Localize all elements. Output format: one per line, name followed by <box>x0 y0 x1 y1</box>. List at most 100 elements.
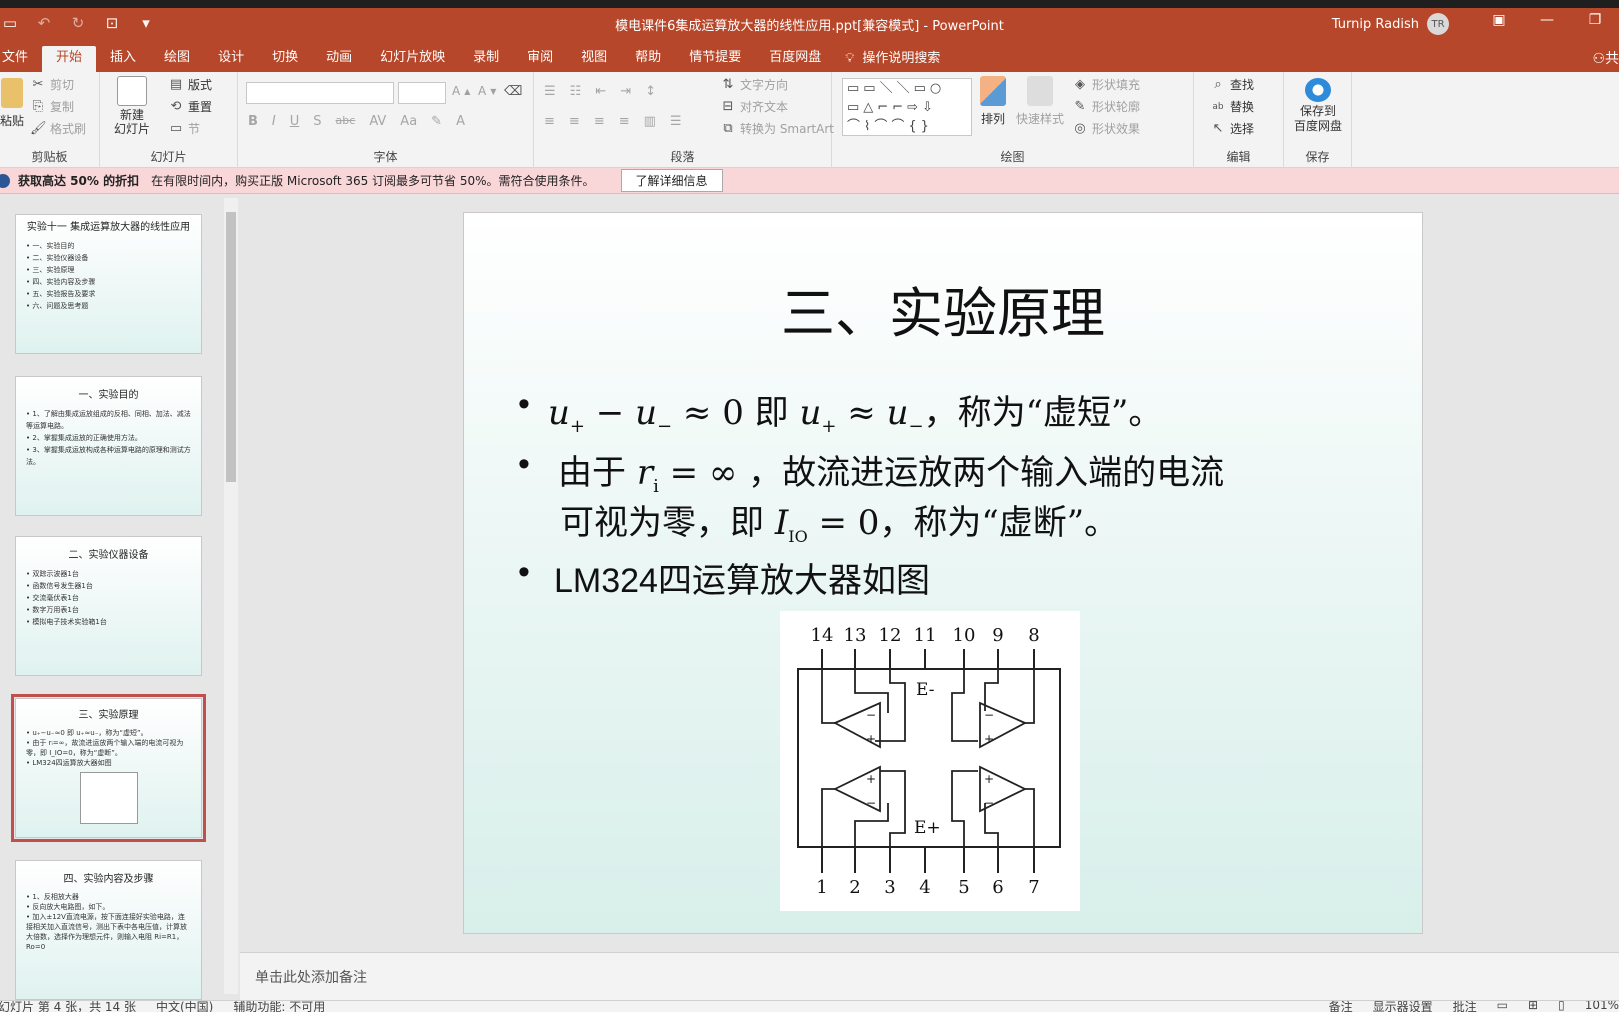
slide-thumbnail-2[interactable]: 一、实验目的 1、了解由集成运放组成的反相、同相、加法、减法等运算电路。 2、掌… <box>15 376 202 516</box>
save-to-baidu-button[interactable]: 保存到 百度网盘 <box>1294 78 1342 134</box>
notes-toggle[interactable]: 备注 <box>1329 1001 1353 1012</box>
format-painter-button[interactable]: 🖌︎ 格式刷 <box>30 120 86 137</box>
line-spacing-icon[interactable]: ↕ <box>645 84 656 99</box>
shape-effects-label: 形状效果 <box>1092 122 1141 136</box>
normal-view-icon[interactable]: ▭ <box>1497 1001 1508 1012</box>
accessibility-status[interactable]: 辅助功能: 不可用 <box>233 1001 325 1012</box>
paste-button[interactable]: 粘贴 <box>0 78 24 129</box>
tell-me-search[interactable]: 💡︎ 操作说明搜索 <box>835 46 950 72</box>
align-right-icon[interactable]: ≡ <box>594 114 605 129</box>
thumbnails-scrollbar[interactable] <box>224 198 238 994</box>
clear-format-button[interactable]: ⌫ <box>504 84 522 100</box>
strikethrough-button[interactable]: abc <box>336 114 356 129</box>
bullet-virtual-short[interactable]: u+ − u− ≈ 0 即 u+ ≈ u−，称为“虚短”。 <box>518 385 1162 437</box>
zoom-level[interactable]: 101% <box>1585 1001 1619 1012</box>
sorter-view-icon[interactable]: ⊞ <box>1528 1001 1538 1012</box>
slide-canvas[interactable]: 三、实验原理 u+ − u− ≈ 0 即 u+ ≈ u−，称为“虚短”。 由于 … <box>463 212 1423 934</box>
tab-review[interactable]: 审阅 <box>513 46 567 72</box>
arrange-button[interactable]: 排列 <box>980 76 1006 127</box>
font-color-button[interactable]: A <box>456 114 465 129</box>
reset-button[interactable]: ⟲ 重置 <box>168 98 212 115</box>
align-text-button[interactable]: ⊟ 对齐文本 <box>720 98 788 115</box>
shrink-font-button[interactable]: A ▼ <box>478 84 496 98</box>
change-case-button[interactable]: Aa <box>400 114 417 129</box>
tab-record[interactable]: 录制 <box>459 46 513 72</box>
replace-label: 替换 <box>1230 100 1255 114</box>
math-sub: IO <box>788 526 808 546</box>
comments-toggle[interactable]: 批注 <box>1453 1001 1477 1012</box>
italic-button[interactable]: I <box>272 114 276 129</box>
font-size-combo[interactable] <box>398 82 446 104</box>
tab-design[interactable]: 设计 <box>204 46 258 72</box>
char-spacing-button[interactable]: AV <box>369 114 386 129</box>
highlight-icon[interactable]: ✎ <box>431 114 442 129</box>
shadow-button[interactable]: S <box>313 114 321 129</box>
align-left-icon[interactable]: ≡ <box>544 114 555 129</box>
learn-more-button[interactable]: 了解详细信息 <box>620 169 723 192</box>
decrease-indent-icon[interactable]: ⇤ <box>595 84 606 99</box>
shapes-gallery[interactable]: ▭▭＼＼▭○ ▭△⌐⌐⇨⇩ ⌒⌇⌒⌒{} <box>842 78 972 136</box>
cut-button[interactable]: ✂ 剪切 <box>30 76 74 93</box>
bullet-continuation[interactable]: 可视为零，即 IIO = 0，称为“虚断”。 <box>560 495 1118 546</box>
tab-view[interactable]: 视图 <box>567 46 621 72</box>
slide-thumbnail-3[interactable]: 二、实验仪器设备 双踪示波器1台 函数信号发生器1台 交流毫伏表1台 数字万用表… <box>15 536 202 676</box>
align-center-icon[interactable]: ≡ <box>569 114 580 129</box>
tab-storyboard[interactable]: 情节提要 <box>675 46 755 72</box>
slide-thumbnail-1[interactable]: 实验十一 集成运算放大器的线性应用 一、实验目的 二、实验仪器设备 三、实验原理… <box>15 214 202 354</box>
tab-slideshow[interactable]: 幻灯片放映 <box>366 46 459 72</box>
tab-help[interactable]: 帮助 <box>621 46 675 72</box>
thumbnail-list: 一、实验目的 二、实验仪器设备 三、实验原理 四、实验内容及步骤 五、实验报告及… <box>26 240 201 312</box>
select-button[interactable]: ↖ 选择 <box>1210 120 1254 137</box>
increase-indent-icon[interactable]: ⇥ <box>620 84 631 99</box>
minimize-icon[interactable]: — <box>1523 12 1571 28</box>
reading-view-icon[interactable]: ▯ <box>1558 1001 1565 1012</box>
tab-file[interactable]: 文件 <box>0 46 42 72</box>
bullet-virtual-open[interactable]: 由于 ri = ∞ ，故流进运放两个输入端的电流 <box>518 445 1224 497</box>
tab-draw[interactable]: 绘图 <box>150 46 204 72</box>
list-item: 函数信号发生器1台 <box>26 580 201 592</box>
sign-plus-4: + <box>984 772 994 786</box>
numbering-icon[interactable]: ☷ <box>570 84 582 99</box>
underline-button[interactable]: U <box>290 114 300 129</box>
new-slide-button[interactable]: 新建 幻灯片 <box>114 76 150 136</box>
slide-title[interactable]: 三、实验原理 <box>464 269 1422 348</box>
quick-styles-button[interactable]: 快速样式 <box>1016 76 1064 127</box>
language-status[interactable]: 中文(中国) <box>156 1001 213 1012</box>
shape-outline-button[interactable]: ✎ 形状轮廓 <box>1072 98 1140 115</box>
slide-thumbnail-4[interactable]: 三、实验原理 u₊−u₋≈0 即 u₊≈u₋，称为“虚短”。 由于 rᵢ=∞，故… <box>11 694 206 842</box>
display-settings[interactable]: 显示器设置 <box>1373 1001 1433 1012</box>
tab-transitions[interactable]: 切换 <box>258 46 312 72</box>
tab-home[interactable]: 开始 <box>42 46 97 72</box>
grow-font-button[interactable]: A ▲ <box>452 84 470 98</box>
bold-button[interactable]: B <box>248 114 258 129</box>
bullet-lm324[interactable]: LM324四运算放大器如图 <box>518 553 930 602</box>
tab-insert[interactable]: 插入 <box>96 46 150 72</box>
shape-effects-button[interactable]: ◎ 形状效果 <box>1072 120 1140 137</box>
copy-button[interactable]: ⎘ 复制 <box>30 98 74 115</box>
tab-baidu[interactable]: 百度网盘 <box>755 46 835 72</box>
bullets-icon[interactable]: ☰ <box>544 84 556 99</box>
user-account[interactable]: Turnip Radish TR <box>1332 13 1449 35</box>
section-button[interactable]: ▭ 节 <box>168 120 200 137</box>
shape-fill-button[interactable]: ◈ 形状填充 <box>1072 76 1140 93</box>
layout-button[interactable]: ▤ 版式 <box>168 76 212 93</box>
slide-thumbnail-5[interactable]: 四、实验内容及步骤 1、反相放大器 反向放大电路图，如下。 加入±12V直流电源… <box>15 860 202 1000</box>
ribbon-display-icon[interactable]: ▣ <box>1475 12 1523 28</box>
pin-label-top: 9 <box>992 625 1003 646</box>
lm324-pinout-diagram[interactable]: 14 13 12 11 10 9 8 1234567 − + − + + − +… <box>780 611 1080 911</box>
share-button[interactable]: ⚇共 <box>1592 48 1619 68</box>
notice-text: 在有限时间内，购买正版 Microsoft 365 订阅最多可节省 50%。需符… <box>151 174 595 188</box>
replace-button[interactable]: ab 替换 <box>1210 98 1254 115</box>
distribute-icon[interactable]: ▥ <box>644 114 656 129</box>
tab-animations[interactable]: 动画 <box>312 46 366 72</box>
maximize-icon[interactable]: ❐ <box>1571 12 1619 28</box>
columns-icon[interactable]: ☰ <box>670 114 682 129</box>
group-save: 保存到 百度网盘 保存 <box>1284 72 1352 168</box>
justify-icon[interactable]: ≡ <box>619 114 630 129</box>
notes-pane[interactable]: 单击此处添加备注 <box>240 952 1619 1000</box>
smartart-button[interactable]: ⧉ 转换为 SmartArt <box>720 120 834 137</box>
font-name-combo[interactable] <box>246 82 394 104</box>
text-direction-button[interactable]: ⇅ 文字方向 <box>720 76 788 93</box>
find-button[interactable]: ⌕ 查找 <box>1210 76 1254 93</box>
scrollbar-thumb[interactable] <box>226 212 236 482</box>
